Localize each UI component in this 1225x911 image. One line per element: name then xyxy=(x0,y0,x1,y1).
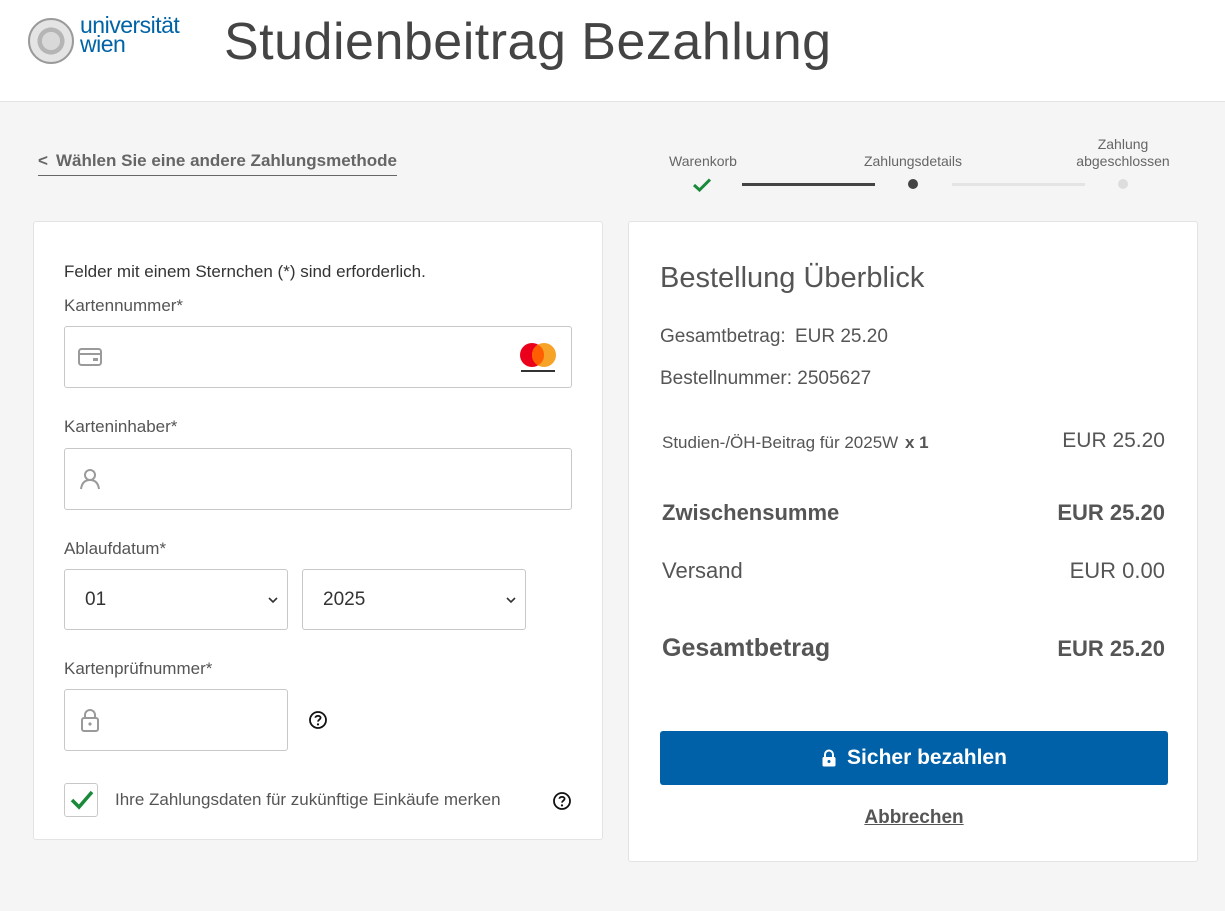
credit-card-icon xyxy=(78,348,102,366)
subtotal-label: Zwischensumme xyxy=(662,500,840,525)
card-holder-label: Karteninhaber* xyxy=(64,417,178,436)
step-label-completed-line-1: Zahlung xyxy=(1097,136,1149,152)
summary-total-line-label: Gesamtbetrag: xyxy=(660,326,786,347)
secure-pay-button[interactable]: Sicher bezahlen xyxy=(660,731,1168,785)
check-icon xyxy=(693,178,711,192)
grand-total-value: EUR 25.20 xyxy=(1057,636,1165,661)
chevron-left-icon: < xyxy=(38,151,48,170)
lock-icon xyxy=(822,749,836,767)
cvv-help-icon[interactable] xyxy=(308,710,328,730)
line-item: Studien-/ÖH-Beitrag für 2025W x 1 xyxy=(662,433,929,453)
chevron-down-icon xyxy=(506,596,516,603)
header: universität wien Studienbeitrag Bezahlun… xyxy=(0,0,1225,102)
step-label-cart: Warenkorb xyxy=(669,153,737,169)
step-dot-current xyxy=(908,179,918,189)
required-fields-note: Felder mit einem Sternchen (*) sind erfo… xyxy=(64,262,426,281)
card-holder-input[interactable] xyxy=(64,448,572,510)
step-dot-pending xyxy=(1118,179,1128,189)
checkmark-icon xyxy=(70,790,94,810)
summary-total-line: Gesamtbetrag: EUR 25.20 xyxy=(660,326,888,348)
back-link-label: Wählen Sie eine andere Zahlungsmethode xyxy=(55,151,397,170)
secure-pay-button-label: Sicher bezahlen xyxy=(847,746,1007,769)
card-number-label: Kartennummer* xyxy=(64,296,184,315)
line-item-name: Studien-/ÖH-Beitrag für 2025W xyxy=(662,433,899,452)
mastercard-logo-icon xyxy=(520,343,556,372)
university-logo[interactable]: universität wien xyxy=(28,14,198,66)
summary-total-line-value: EUR 25.20 xyxy=(794,326,888,347)
subtotal-value: EUR 25.20 xyxy=(1057,500,1165,525)
order-number-value: 2505627 xyxy=(797,368,872,389)
checkout-progress: Warenkorb Zahlungsdetails Zahlung abgesc… xyxy=(640,130,1200,200)
expiry-year-value: 2025 xyxy=(323,588,366,610)
expiry-month-value: 01 xyxy=(85,588,107,610)
order-number-label: Bestellnummer: xyxy=(660,368,792,389)
shipping-label: Versand xyxy=(662,558,743,583)
grand-total-label: Gesamtbetrag xyxy=(662,634,831,662)
order-summary-card: Bestellung Überblick Gesamtbetrag: EUR 2… xyxy=(628,221,1198,862)
remember-payment-checkbox[interactable] xyxy=(64,783,98,817)
step-label-completed: Zahlung abgeschlossen xyxy=(1063,136,1183,170)
payment-form-card: Felder mit einem Sternchen (*) sind erfo… xyxy=(33,221,603,840)
user-icon xyxy=(80,469,100,490)
cvv-label: Kartenprüfnummer* xyxy=(64,659,213,678)
page-title: Studienbeitrag Bezahlung xyxy=(224,13,832,71)
expiry-month-select[interactable]: 01 xyxy=(64,569,288,630)
university-seal-icon xyxy=(28,18,74,64)
expiry-label: Ablaufdatum* xyxy=(64,539,167,558)
step-label-payment-details: Zahlungsdetails xyxy=(863,153,963,169)
back-to-payment-methods-link[interactable]: < Wählen Sie eine andere Zahlungsmethode xyxy=(38,151,397,176)
step-connector-pending xyxy=(952,183,1085,186)
shipping-value: EUR 0.00 xyxy=(1069,558,1165,583)
line-item-price: EUR 25.20 xyxy=(1062,429,1165,452)
expiry-year-select[interactable]: 2025 xyxy=(302,569,526,630)
cancel-link-row: Abbrechen xyxy=(629,807,1199,829)
lock-icon xyxy=(81,709,99,732)
card-number-input[interactable] xyxy=(64,326,572,388)
step-connector-done xyxy=(742,183,875,186)
logo-text: universität wien xyxy=(80,14,180,56)
step-label-completed-line-2: abgeschlossen xyxy=(1076,153,1170,169)
line-item-quantity: x 1 xyxy=(904,433,929,452)
remember-help-icon[interactable] xyxy=(552,791,572,811)
cvv-input[interactable] xyxy=(64,689,288,751)
chevron-down-icon xyxy=(268,596,278,603)
cancel-link[interactable]: Abbrechen xyxy=(864,807,963,828)
remember-payment-label: Ihre Zahlungsdaten für zukünftige Einkäu… xyxy=(115,790,501,809)
order-summary-title: Bestellung Überblick xyxy=(660,262,925,294)
order-number-line: Bestellnummer: 2505627 xyxy=(660,368,871,390)
